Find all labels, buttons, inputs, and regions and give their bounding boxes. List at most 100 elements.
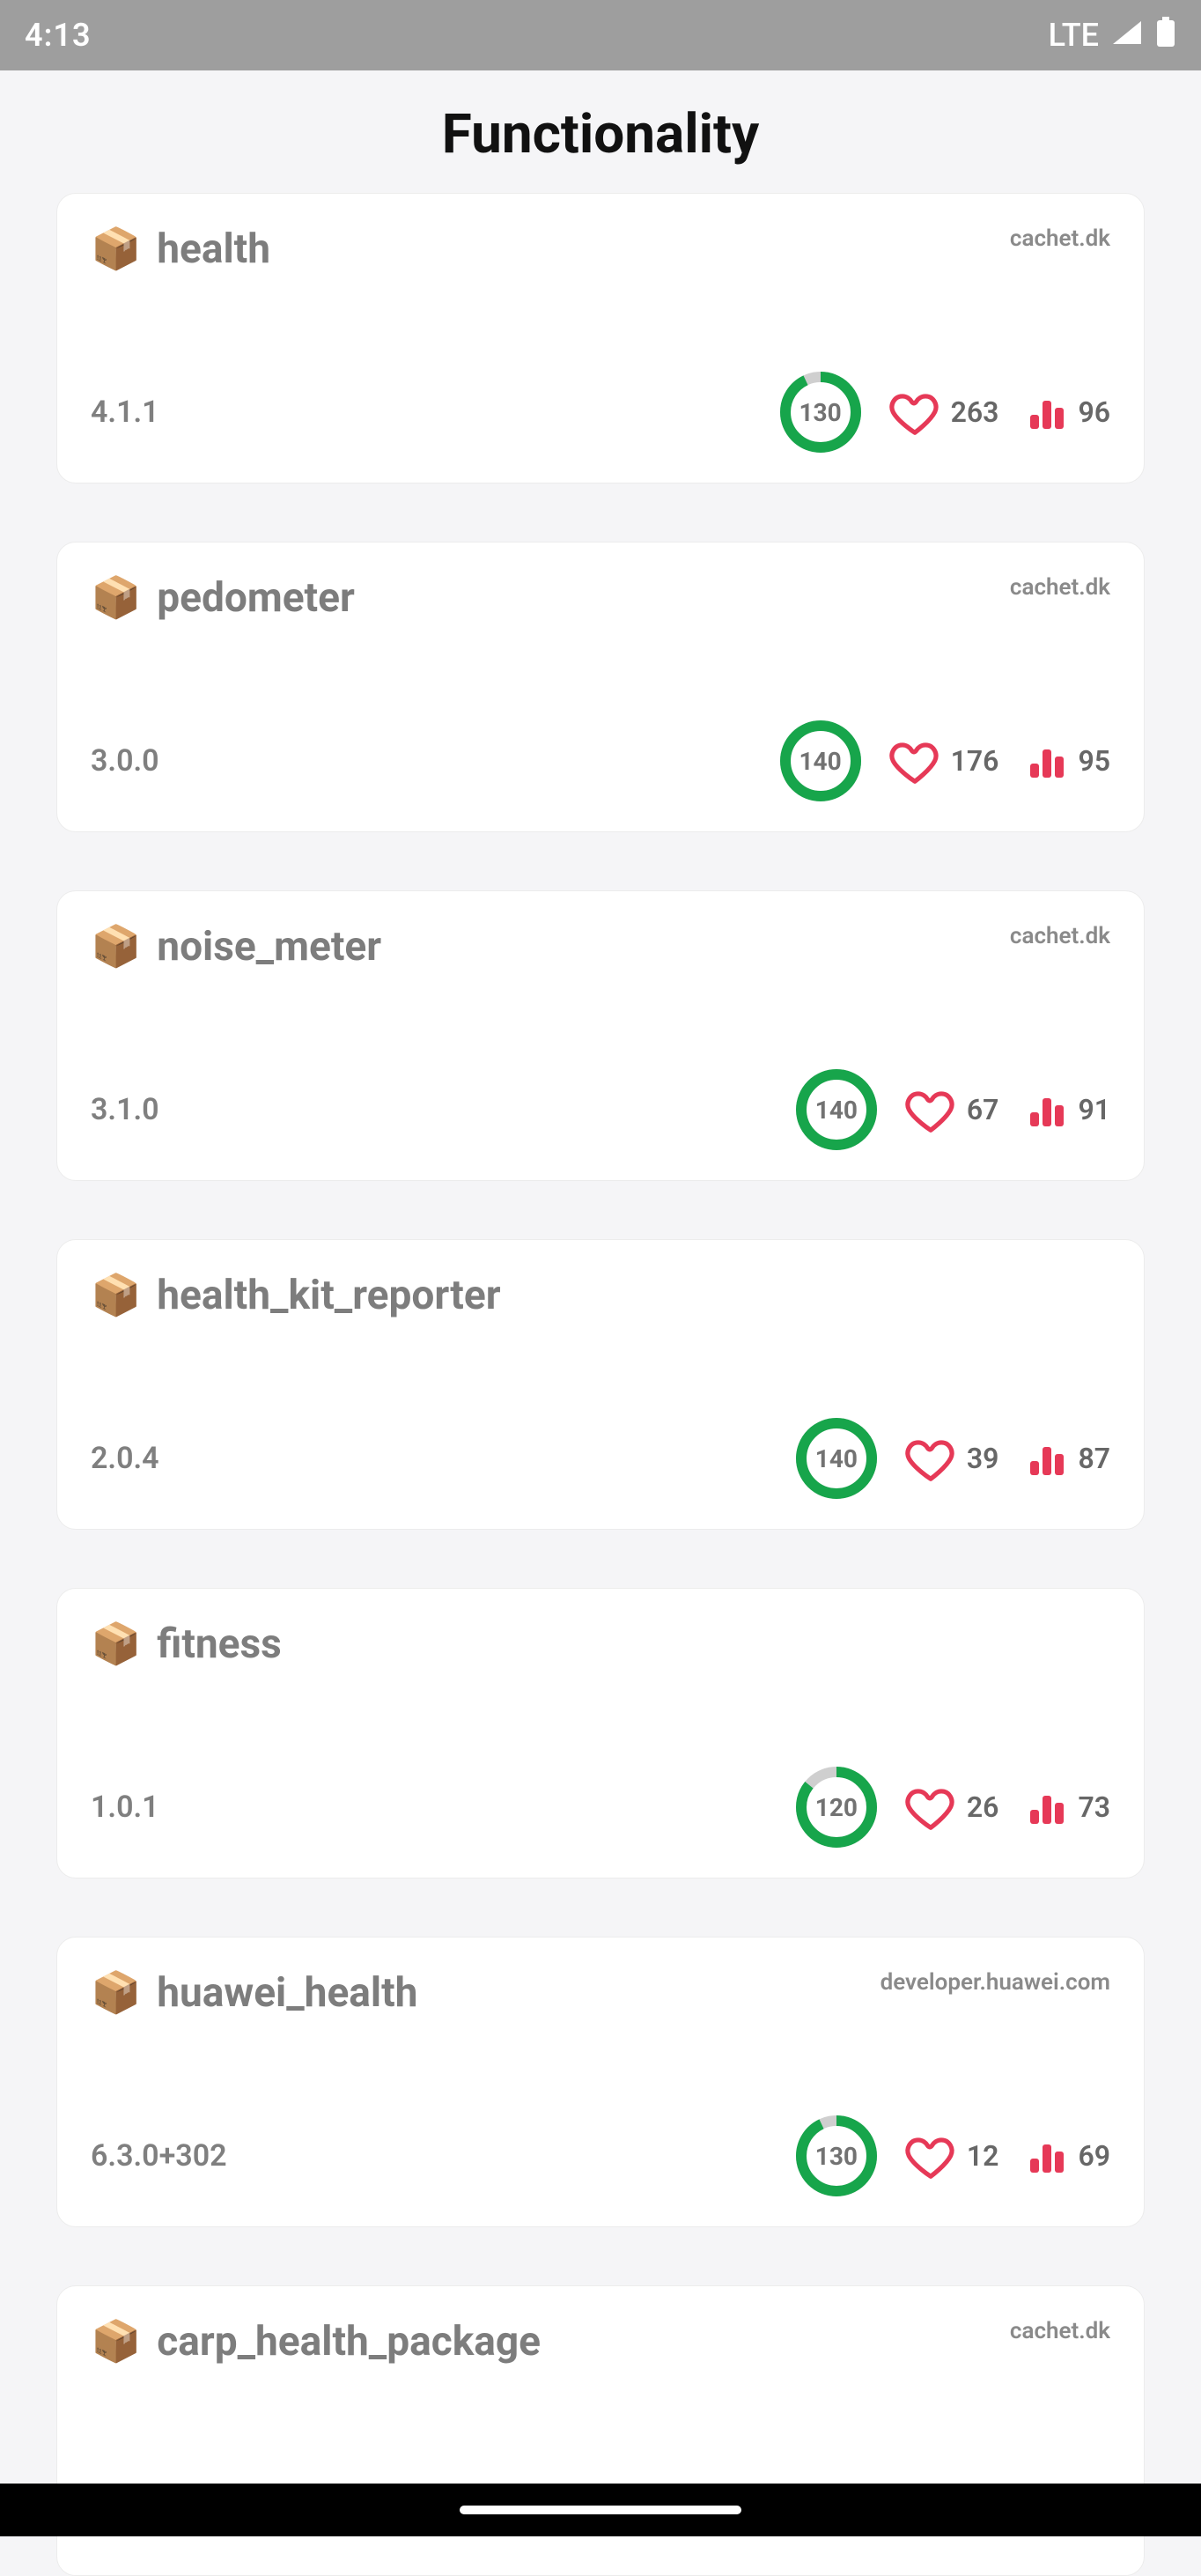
popularity-value: 69 <box>1078 2139 1110 2173</box>
bars-icon <box>1025 1785 1069 1829</box>
heart-icon <box>903 1082 958 1137</box>
heart-icon <box>903 1431 958 1486</box>
popularity-stat: 87 <box>1025 1436 1110 1480</box>
likes-stat: 176 <box>888 734 999 788</box>
package-publisher[interactable]: developer.huawei.com <box>880 1969 1110 1996</box>
status-time: 4:13 <box>25 17 92 54</box>
bars-icon <box>1025 1436 1069 1480</box>
likes-stat: 67 <box>903 1082 999 1137</box>
package-stats: 140 176 95 <box>780 720 1110 801</box>
package-icon: 📦 <box>91 1973 141 2013</box>
package-version: 1.0.1 <box>91 1790 159 1825</box>
package-version: 2.0.4 <box>91 1441 159 1476</box>
package-stats: 130 12 69 <box>796 2115 1110 2196</box>
likes-stat: 26 <box>903 1780 999 1834</box>
likes-value: 39 <box>967 1442 999 1475</box>
package-stats: 130 263 96 <box>780 372 1110 453</box>
package-publisher[interactable]: cachet.dk <box>1010 574 1110 601</box>
package-stats: 140 67 91 <box>796 1069 1110 1150</box>
popularity-value: 95 <box>1078 744 1110 778</box>
package-title: 📦 carp_health_package <box>91 2318 541 2366</box>
package-card[interactable]: 📦 health cachet.dk 4.1.1 130 263 96 <box>56 193 1145 483</box>
score-value: 140 <box>799 747 841 776</box>
popularity-stat: 73 <box>1025 1785 1110 1829</box>
battery-icon <box>1155 17 1176 55</box>
score-value: 130 <box>815 2142 858 2171</box>
score-ring: 140 <box>796 1418 877 1499</box>
score-ring: 140 <box>796 1069 877 1150</box>
likes-stat: 39 <box>903 1431 999 1486</box>
package-version: 3.1.0 <box>91 1092 159 1127</box>
system-nav-bar[interactable] <box>0 2484 1201 2536</box>
package-icon: 📦 <box>91 1275 141 1316</box>
likes-stat: 263 <box>888 385 999 439</box>
package-icon: 📦 <box>91 2321 141 2362</box>
score-ring: 140 <box>780 720 861 801</box>
popularity-stat: 69 <box>1025 2134 1110 2178</box>
package-stats: 140 39 87 <box>796 1418 1110 1499</box>
package-icon: 📦 <box>91 229 141 269</box>
package-card[interactable]: 📦 huawei_health developer.huawei.com 6.3.0… <box>56 1937 1145 2227</box>
bars-icon <box>1025 390 1069 434</box>
heart-icon <box>888 385 942 439</box>
package-card[interactable]: 📦 fitness 1.0.1 120 26 73 <box>56 1588 1145 1878</box>
package-version: 6.3.0+302 <box>91 2138 227 2174</box>
package-name: health_kit_reporter <box>157 1272 500 1319</box>
status-network-label: LTE <box>1049 17 1099 54</box>
likes-stat: 12 <box>903 2129 999 2183</box>
package-name: health <box>157 225 270 273</box>
bars-icon <box>1025 2134 1069 2178</box>
popularity-stat: 96 <box>1025 390 1110 434</box>
package-icon: 📦 <box>91 926 141 967</box>
package-title: 📦 pedometer <box>91 574 355 622</box>
package-publisher[interactable]: cachet.dk <box>1010 923 1110 949</box>
score-ring: 120 <box>796 1767 877 1848</box>
package-name: fitness <box>157 1620 282 1668</box>
score-ring: 130 <box>780 372 861 453</box>
package-name: pedometer <box>157 574 355 622</box>
package-card[interactable]: 📦 noise_meter cachet.dk 3.1.0 140 67 91 <box>56 890 1145 1181</box>
status-bar: 4:13 LTE <box>0 0 1201 70</box>
package-icon: 📦 <box>91 1624 141 1664</box>
heart-icon <box>888 734 942 788</box>
likes-value: 26 <box>967 1790 999 1824</box>
likes-value: 67 <box>967 1093 999 1126</box>
package-icon: 📦 <box>91 578 141 618</box>
score-value: 120 <box>815 1793 858 1822</box>
score-ring: 130 <box>796 2115 877 2196</box>
likes-value: 12 <box>967 2139 999 2173</box>
package-version: 3.0.0 <box>91 743 159 779</box>
package-name: noise_meter <box>157 923 381 971</box>
package-stats: 120 26 73 <box>796 1767 1110 1848</box>
score-value: 130 <box>799 398 841 427</box>
heart-icon <box>903 2129 958 2183</box>
package-title: 📦 health_kit_reporter <box>91 1272 501 1319</box>
package-list: 📦 health cachet.dk 4.1.1 130 263 96 📦 pedo… <box>0 193 1201 2576</box>
score-value: 140 <box>815 1096 858 1125</box>
package-name: carp_health_package <box>157 2318 541 2366</box>
package-title: 📦 noise_meter <box>91 923 381 971</box>
score-value: 140 <box>815 1444 858 1473</box>
package-card[interactable]: 📦 health_kit_reporter 2.0.4 140 39 87 <box>56 1239 1145 1530</box>
heart-icon <box>903 1780 958 1834</box>
package-version: 4.1.1 <box>91 395 159 430</box>
bars-icon <box>1025 739 1069 783</box>
popularity-value: 91 <box>1078 1093 1110 1126</box>
package-publisher[interactable]: cachet.dk <box>1010 2318 1110 2344</box>
package-title: 📦 fitness <box>91 1620 282 1668</box>
popularity-stat: 95 <box>1025 739 1110 783</box>
package-name: huawei_health <box>157 1969 417 2017</box>
package-title: 📦 huawei_health <box>91 1969 417 2017</box>
popularity-stat: 91 <box>1025 1088 1110 1132</box>
nav-handle[interactable] <box>460 2506 741 2514</box>
popularity-value: 96 <box>1078 395 1110 429</box>
bars-icon <box>1025 1088 1069 1132</box>
popularity-value: 87 <box>1078 1442 1110 1475</box>
package-publisher[interactable]: cachet.dk <box>1010 225 1110 252</box>
signal-icon <box>1111 17 1143 54</box>
likes-value: 263 <box>951 395 999 429</box>
popularity-value: 73 <box>1078 1790 1110 1824</box>
likes-value: 176 <box>951 744 999 778</box>
page-title: Functionality <box>0 102 1201 166</box>
package-card[interactable]: 📦 pedometer cachet.dk 3.0.0 140 176 95 <box>56 542 1145 832</box>
